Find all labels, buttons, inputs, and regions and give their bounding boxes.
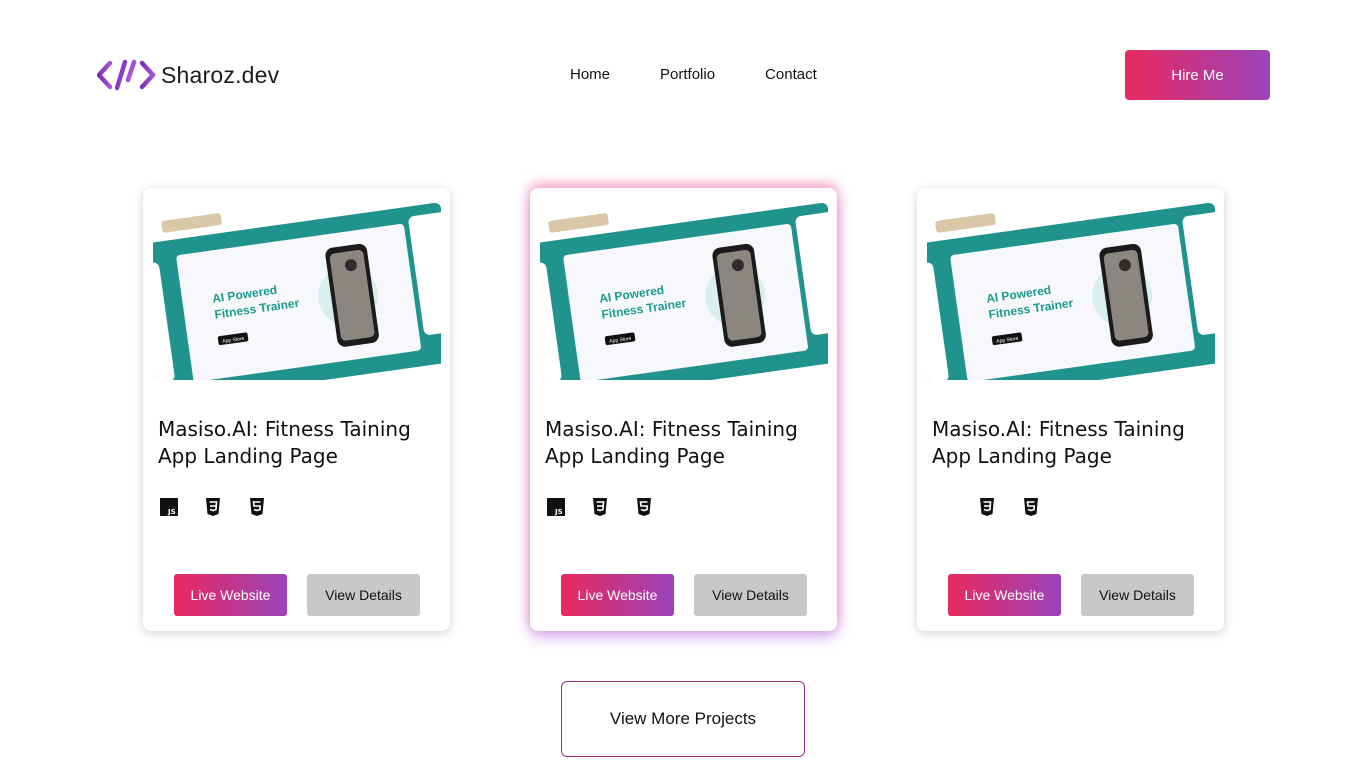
project-card: AI Powered Fitness Trainer App Store Mas… (143, 188, 450, 631)
tech-stack: JS (160, 497, 266, 517)
nav-contact[interactable]: Contact (765, 66, 817, 83)
css3-icon (980, 498, 994, 516)
hire-me-button[interactable]: Hire Me (1125, 50, 1270, 100)
svg-text:JS: JS (554, 508, 563, 516)
tech-stack: JS (547, 497, 653, 517)
main-nav: Home Portfolio Contact (570, 66, 817, 83)
code-brackets-icon (97, 59, 156, 91)
project-thumbnail[interactable]: AI Powered Fitness Trainer App Store (927, 203, 1215, 380)
javascript-icon: JS (160, 498, 178, 516)
tech-stack (934, 497, 1040, 517)
html5-icon (637, 498, 651, 516)
svg-text:JS: JS (167, 508, 176, 516)
project-title: Masiso.AI: Fitness Taining App Landing P… (932, 417, 1185, 468)
tech-placeholder (934, 497, 952, 517)
view-details-button[interactable]: View Details (1081, 574, 1194, 616)
html5-icon (250, 498, 264, 516)
css3-icon (593, 498, 607, 516)
nav-home[interactable]: Home (570, 66, 610, 83)
thumbnail-image: AI Powered Fitness Trainer App Store (540, 203, 828, 380)
project-thumbnail[interactable]: AI Powered Fitness Trainer App Store (540, 203, 828, 380)
project-card: AI Powered Fitness Trainer App Store Mas… (530, 188, 837, 631)
project-thumbnail[interactable]: AI Powered Fitness Trainer App Store (153, 203, 441, 380)
brand-name: Sharoz.dev (161, 61, 280, 88)
project-title: Masiso.AI: Fitness Taining App Landing P… (158, 417, 411, 468)
javascript-icon: JS (547, 498, 565, 516)
thumbnail-image: AI Powered Fitness Trainer App Store (153, 203, 441, 380)
site-header: Sharoz.dev Home Portfolio Contact Hire M… (0, 0, 1366, 150)
project-card: AI Powered Fitness Trainer App Store Mas… (917, 188, 1224, 631)
view-details-button[interactable]: View Details (307, 574, 420, 616)
live-website-button[interactable]: Live Website (948, 574, 1061, 616)
html5-icon (1024, 498, 1038, 516)
nav-portfolio[interactable]: Portfolio (660, 66, 715, 83)
project-title: Masiso.AI: Fitness Taining App Landing P… (545, 417, 798, 468)
view-details-button[interactable]: View Details (694, 574, 807, 616)
css3-icon (206, 498, 220, 516)
live-website-button[interactable]: Live Website (561, 574, 674, 616)
view-more-projects-button[interactable]: View More Projects (561, 681, 805, 757)
brand-logo[interactable]: Sharoz.dev (97, 58, 279, 92)
live-website-button[interactable]: Live Website (174, 574, 287, 616)
thumbnail-image: AI Powered Fitness Trainer App Store (927, 203, 1215, 380)
